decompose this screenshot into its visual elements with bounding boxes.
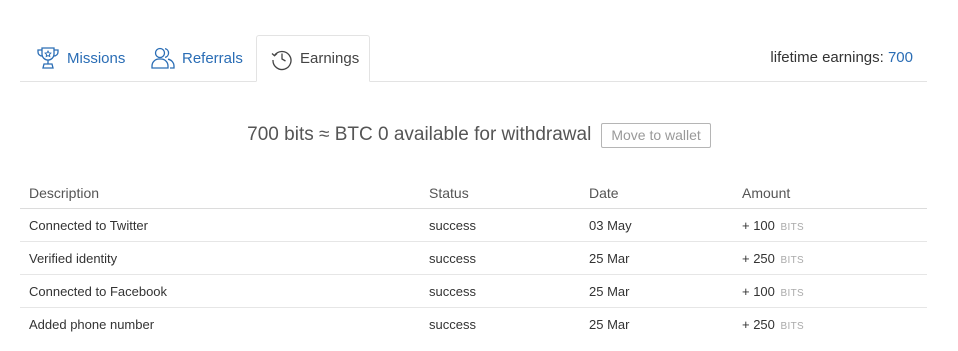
row-amount: + 100 BITS <box>733 274 927 308</box>
row-description: Connected to Facebook <box>20 274 420 308</box>
row-date: 25 Mar <box>580 274 733 308</box>
row-description: Connected to Twitter <box>20 208 420 242</box>
row-description: Verified identity <box>20 241 420 275</box>
table-header-row: Description Status Date Amount <box>20 177 927 209</box>
row-status: success <box>420 208 580 242</box>
row-date: 25 Mar <box>580 241 733 275</box>
row-amount-unit: BITS <box>780 221 804 233</box>
row-description: Added phone number <box>29 316 155 332</box>
row-amount: + 250 BITS <box>733 241 927 275</box>
row-amount-unit: BITS <box>780 254 804 266</box>
lifetime-earnings-label: lifetime earnings: <box>770 49 884 66</box>
table-row: Verified identity success 25 Mar + 250 B… <box>20 241 927 275</box>
row-amount-value: + 250 <box>742 316 775 332</box>
table-row: Connected to Twitter success 03 May + 10… <box>20 208 927 242</box>
lifetime-earnings-value: 700 <box>887 49 913 66</box>
tab-earnings-label: Earnings <box>300 50 360 67</box>
trophy-icon <box>35 45 61 71</box>
earnings-table: Description Status Date Amount Connected… <box>20 177 927 340</box>
row-status: success <box>420 274 580 308</box>
withdrawal-summary: 700 bits ≈ BTC 0 available for withdrawa… <box>0 120 958 150</box>
row-status: success <box>420 241 580 275</box>
row-date: 03 May <box>580 208 733 242</box>
available-balance-text: 700 bits ≈ BTC 0 available for withdrawa… <box>247 124 592 145</box>
users-icon <box>150 45 176 71</box>
row-amount-value: + 250 <box>742 250 775 266</box>
row-date: 25 Mar <box>589 316 630 332</box>
row-status: success <box>429 316 476 332</box>
move-to-wallet-button[interactable]: Move to wallet <box>601 122 711 148</box>
lifetime-earnings: lifetime earnings: 700 <box>770 49 913 66</box>
tab-earnings[interactable]: Earnings <box>256 35 370 82</box>
table-row: Connected to Facebook success 25 Mar + 1… <box>20 274 927 308</box>
column-header-description: Description <box>20 177 420 209</box>
tab-missions[interactable]: Missions <box>35 35 125 81</box>
table-row: Added phone number success 25 Mar + 250 … <box>20 308 927 341</box>
column-header-date: Date <box>580 177 733 209</box>
tab-bar: Missions Referrals Earnings lifetime ear… <box>20 35 927 82</box>
column-header-status: Status <box>420 177 580 209</box>
row-amount-unit: BITS <box>780 287 804 299</box>
tab-missions-label: Missions <box>67 49 126 67</box>
tab-referrals-label: Referrals <box>182 49 243 67</box>
row-amount: + 100 BITS <box>733 208 927 242</box>
tab-referrals[interactable]: Referrals <box>150 35 243 81</box>
row-amount: + 250 BITS <box>733 308 927 341</box>
row-amount-value: + 100 <box>742 283 775 299</box>
history-icon <box>270 47 294 71</box>
column-header-amount: Amount <box>733 177 927 209</box>
row-amount-value: + 100 <box>742 217 775 233</box>
row-amount-unit: BITS <box>780 320 804 332</box>
